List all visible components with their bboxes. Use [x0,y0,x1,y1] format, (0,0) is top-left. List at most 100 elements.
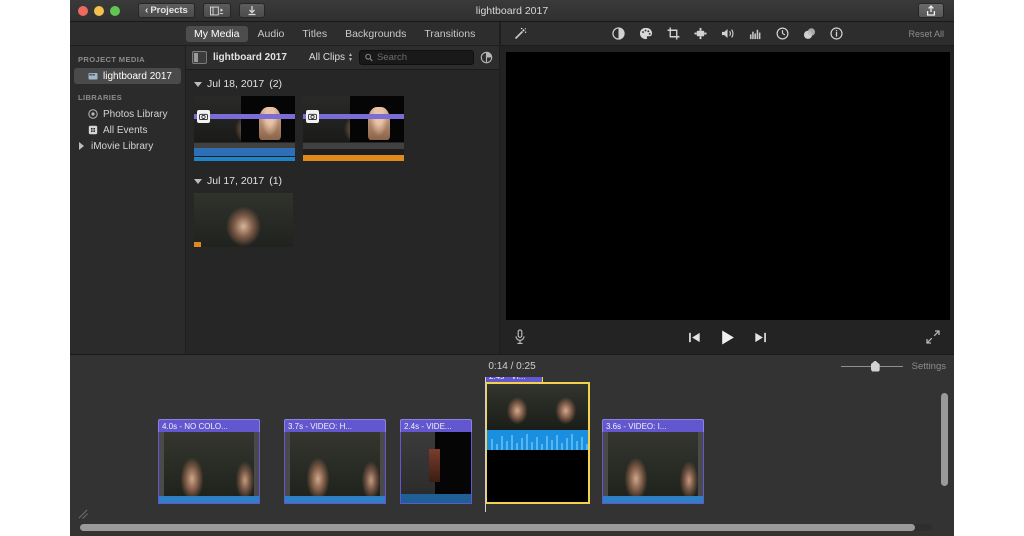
timeline-clip[interactable]: 3.7s - VIDEO: H... [284,419,386,504]
import-download-icon [248,6,256,16]
clip-audio-strip [285,496,385,503]
viewer-controls [500,320,954,354]
clip-edge-right[interactable] [380,432,385,503]
media-clip[interactable] [194,193,293,247]
timeline-clip-selected[interactable]: 2.4s - VI... [485,377,590,504]
timeline-clip[interactable]: 3.6s - VIDEO: I... [602,419,704,504]
timeline-toolbar: 0:14 / 0:25 Settings [70,355,954,377]
clip-subject [367,107,390,141]
stabilization-icon[interactable] [694,27,707,40]
group-count: (1) [269,175,283,187]
playhead[interactable] [485,377,486,512]
color-balance-icon[interactable] [612,27,625,40]
clip-edge-left[interactable] [159,432,164,503]
clip-group-header[interactable]: Jul 17, 2017 (1) [194,175,499,187]
noise-reduction-icon[interactable] [749,27,762,40]
back-to-projects-label: Projects [150,5,188,16]
left-split: PROJECT MEDIA lightboard 2017 LIBRARIES [70,46,499,354]
chevron-updown-icon: ▲ ▼ [348,52,353,63]
maximize-button[interactable] [110,5,120,16]
tab-titles[interactable]: Titles [294,26,335,42]
crop-icon[interactable] [667,27,680,40]
clip-thumbnail [159,432,259,503]
clip-subject [258,107,281,141]
title-bar: ‹ Projects lightboard 2017 [70,0,954,22]
movie-project-icon [88,73,98,80]
color-correction-icon[interactable] [639,27,653,40]
clip-audio-strip [159,496,259,503]
clip-edge-right[interactable] [254,432,259,503]
clip-group-header[interactable]: Jul 18, 2017 (2) [194,78,499,90]
timeline-clip-body[interactable] [400,432,472,504]
media-clip[interactable] [194,96,295,161]
fullscreen-icon[interactable] [926,330,940,344]
clip-audio-waveform [303,143,404,161]
clip-thumbnail [487,384,588,430]
timeline-horizontal-scrollbar[interactable] [80,524,932,531]
reset-all-button[interactable]: Reset All [908,29,944,39]
timeline-clip[interactable]: 4.0s - NO COLO... [158,419,260,504]
search-icon [365,53,373,62]
disclosure-triangle-icon[interactable] [194,81,202,87]
timeline-clip-body[interactable] [158,432,260,504]
sidebar-item-imovie-library[interactable]: iMovie Library [74,138,181,154]
search-input[interactable] [376,52,468,63]
timeline-settings-button[interactable]: Settings [912,361,946,372]
group-count: (2) [269,78,283,90]
skip-to-start-icon[interactable] [688,331,701,344]
top-region: My Media Audio Titles Backgrounds Transi… [70,22,954,354]
clip-filmstrip [303,96,404,142]
content-library-tabs: My Media Audio Titles Backgrounds Transi… [70,22,499,46]
clip-audio-waveform [487,430,588,450]
speed-icon[interactable] [776,27,789,40]
viewer-screen[interactable] [506,52,950,320]
import-media-button[interactable] [238,3,265,18]
timeline-clip-body[interactable] [284,432,386,504]
media-clip[interactable] [303,96,404,161]
timeline-body[interactable]: 4.0s - NO COLO... 3.7s - VIDEO: H... 2.4… [70,377,954,536]
skip-to-end-icon[interactable] [754,331,767,344]
minimize-button[interactable] [94,5,104,16]
disclosure-triangle-icon[interactable] [79,142,84,150]
project-media-header: PROJECT MEDIA [78,55,145,64]
viewer[interactable] [500,46,954,320]
tab-backgrounds[interactable]: Backgrounds [337,26,414,42]
camera-badge-icon [306,110,319,123]
volume-icon[interactable] [721,27,735,40]
timecode-display: 0:14 / 0:25 [70,361,954,372]
library-toggle-button[interactable] [202,3,231,18]
sidebar-item-all-events[interactable]: All Events [74,122,181,138]
zoom-slider[interactable] [840,360,903,372]
all-clips-dropdown[interactable]: All Clips ▲ ▼ [309,52,353,63]
close-button[interactable] [78,5,88,16]
sidebar-item-label: lightboard 2017 [103,70,172,82]
timeline-resize-icon[interactable] [78,509,89,520]
sidebar-item-lightboard-2017[interactable]: lightboard 2017 [74,68,181,84]
media-browser: lightboard 2017 All Clips ▲ ▼ Search Jul… [186,46,499,354]
tab-my-media[interactable]: My Media [186,25,248,42]
clip-edge-left[interactable] [285,432,290,503]
clip-thumbnail [285,432,385,503]
filters-icon[interactable] [803,27,816,40]
sidebar-toggle-icon[interactable] [192,51,207,64]
search-field[interactable] [359,50,474,65]
info-icon[interactable] [830,27,843,40]
tab-transitions[interactable]: Transitions [416,26,483,42]
timeline-clip-body[interactable] [485,382,590,504]
left-column: My Media Audio Titles Backgrounds Transi… [70,22,500,354]
timeline-clip-body[interactable] [602,432,704,504]
clip-thumbnail [194,193,293,247]
share-button[interactable] [918,3,944,18]
timeline-clip[interactable]: 2.4s - VIDE... [400,419,472,504]
tab-audio[interactable]: Audio [250,26,293,42]
back-to-projects-button[interactable]: ‹ Projects [138,3,195,18]
disclosure-triangle-icon[interactable] [194,178,202,184]
browser-settings-icon[interactable] [480,51,493,64]
sidebar-item-photos-library[interactable]: Photos Library [74,106,181,122]
clip-edge-right[interactable] [698,432,703,503]
zoom-slider-knob[interactable] [870,360,880,372]
clip-edge-left[interactable] [603,432,608,503]
timeline-vertical-scrollbar[interactable] [941,393,948,506]
camera-icon [308,113,317,120]
play-icon[interactable] [719,329,736,346]
